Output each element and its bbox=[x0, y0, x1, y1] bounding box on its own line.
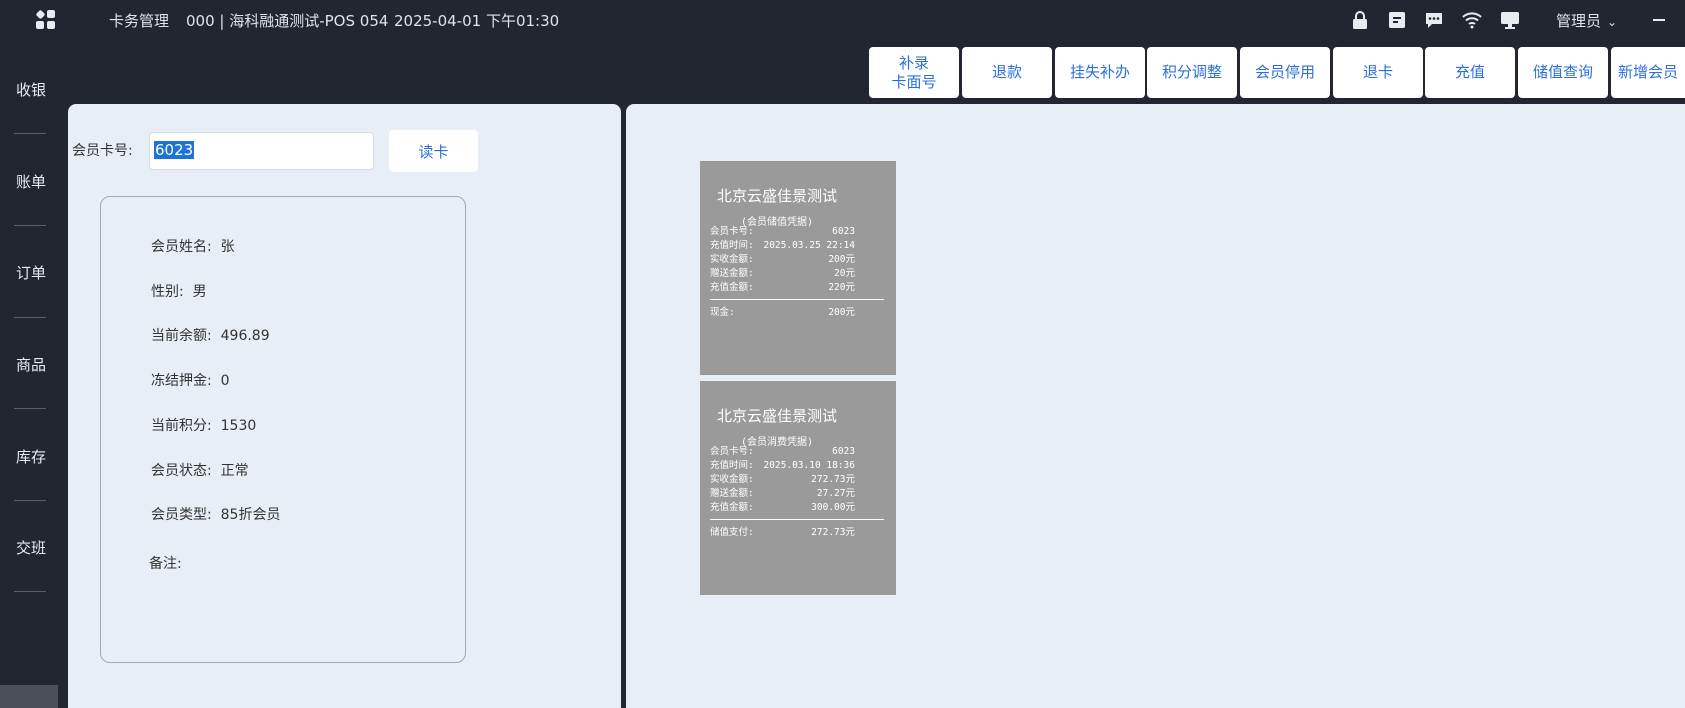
user-name: 管理员 bbox=[1556, 12, 1602, 30]
balance-label: 当前余额: bbox=[151, 328, 212, 344]
archive-icon[interactable] bbox=[1387, 10, 1407, 30]
member-type-row: 会员类型: 85折会员 bbox=[151, 504, 280, 524]
receipt-line: 充值金额: 300.00元 bbox=[710, 502, 855, 513]
receipt-payment-line: 现金: 200元 bbox=[710, 307, 855, 318]
page-title: 卡务管理 bbox=[109, 12, 170, 30]
member-type-value: 85折会员 bbox=[220, 507, 281, 523]
refund-button[interactable]: 退款 bbox=[962, 47, 1052, 98]
receipt-line: 实收金额: 200元 bbox=[710, 254, 855, 265]
sidebar-bottom-tab[interactable] bbox=[0, 685, 58, 708]
sidebar-item-products[interactable]: 商品 bbox=[0, 354, 62, 375]
member-status-row: 会员状态: 正常 bbox=[151, 460, 249, 480]
card-number-value: 6023 bbox=[154, 141, 195, 159]
receipt-title: 北京云盛佳景测试 bbox=[716, 187, 837, 205]
sidebar-divider bbox=[14, 317, 46, 318]
sidebar-divider bbox=[14, 591, 46, 592]
points-row: 当前积分: 1530 bbox=[151, 415, 256, 435]
sidebar-divider bbox=[14, 500, 46, 501]
sidebar-item-cashier[interactable]: 收银 bbox=[0, 79, 62, 100]
lock-icon[interactable] bbox=[1350, 10, 1370, 30]
sidebar-divider bbox=[14, 133, 46, 134]
wifi-icon[interactable] bbox=[1462, 10, 1482, 30]
member-status-value: 正常 bbox=[220, 463, 249, 479]
sidebar-item-inventory[interactable]: 库存 bbox=[0, 446, 62, 467]
receipt-divider bbox=[710, 519, 884, 520]
report-loss-button[interactable]: 挂失补办 bbox=[1055, 47, 1145, 98]
receipt-line: 赠送金额: 20元 bbox=[710, 268, 855, 279]
points-adjust-button[interactable]: 积分调整 bbox=[1147, 47, 1237, 98]
balance-row: 当前余额: 496.89 bbox=[151, 325, 270, 345]
gender-row: 性别: 男 bbox=[151, 281, 207, 301]
monitor-icon[interactable] bbox=[1500, 10, 1520, 30]
sidebar-divider bbox=[14, 408, 46, 409]
member-disable-button[interactable]: 会员停用 bbox=[1240, 47, 1330, 98]
frozen-deposit-value: 0 bbox=[220, 373, 230, 389]
member-type-label: 会员类型: bbox=[151, 507, 212, 523]
sidebar-item-shift[interactable]: 交班 bbox=[0, 537, 62, 558]
add-member-button[interactable]: 新增会员 bbox=[1611, 47, 1685, 98]
points-label: 当前积分: bbox=[151, 418, 212, 434]
sidebar-item-orders[interactable]: 订单 bbox=[0, 262, 62, 283]
sidebar-divider bbox=[14, 225, 46, 226]
member-name-label: 会员姓名: bbox=[151, 239, 212, 255]
member-name-value: 张 bbox=[220, 239, 235, 255]
read-card-button[interactable]: 读卡 bbox=[389, 130, 478, 172]
receipt-payment-line: 储值支付: 272.73元 bbox=[710, 527, 855, 538]
recharge-button[interactable]: 充值 bbox=[1425, 47, 1515, 98]
balance-query-button[interactable]: 储值查询 bbox=[1518, 47, 1608, 98]
card-number-label: 会员卡号: bbox=[72, 143, 133, 159]
minimize-icon[interactable] bbox=[1653, 19, 1665, 21]
consumption-receipt: 北京云盛佳景测试 (会员消费凭据) 会员卡号: 6023 充值时间: 2025.03… bbox=[700, 381, 896, 595]
receipt-title: 北京云盛佳景测试 bbox=[716, 407, 837, 425]
receipt-line: 充值时间: 2025.03.25 22:14 bbox=[710, 240, 855, 251]
receipt-line: 赠送金额: 27.27元 bbox=[710, 488, 855, 499]
return-card-button[interactable]: 退卡 bbox=[1333, 47, 1423, 98]
member-info-panel: 会员卡号: 6023 读卡 会员姓名: 张 性别: 男 当前余额: 496.89… bbox=[68, 104, 621, 708]
stored-value-receipt: 北京云盛佳景测试 (会员储值凭据) 会员卡号: 6023 充值时间: 2025.03… bbox=[700, 161, 896, 375]
receipt-line: 充值金额: 220元 bbox=[710, 282, 855, 293]
receipt-line: 会员卡号: 6023 bbox=[710, 446, 855, 457]
frozen-deposit-label: 冻结押金: bbox=[151, 373, 212, 389]
receipt-divider bbox=[710, 299, 884, 300]
frozen-deposit-row: 冻结押金: 0 bbox=[151, 370, 230, 390]
gender-value: 男 bbox=[192, 284, 207, 300]
datetime: 2025-04-01 下午01:30 bbox=[394, 12, 560, 30]
sidebar: 收银 账单 订单 商品 库存 交班 bbox=[0, 40, 62, 708]
remarks-row: 备注: bbox=[149, 553, 191, 573]
store-name: 000 | 海科融通测试-POS 054 bbox=[186, 12, 389, 30]
chat-icon[interactable] bbox=[1424, 10, 1444, 30]
gender-label: 性别: bbox=[151, 284, 184, 300]
sidebar-item-bills[interactable]: 账单 bbox=[0, 171, 62, 192]
chevron-down-icon: ⌄ bbox=[1607, 15, 1618, 29]
receipt-line: 会员卡号: 6023 bbox=[710, 226, 855, 237]
apps-grid-icon[interactable] bbox=[35, 9, 56, 30]
points-value: 1530 bbox=[220, 418, 257, 434]
receipt-line: 充值时间: 2025.03.10 18:36 bbox=[710, 460, 855, 471]
member-details-box: 会员姓名: 张 性别: 男 当前余额: 496.89 冻结押金: 0 当前积分:… bbox=[100, 196, 466, 663]
card-number-input[interactable]: 6023 bbox=[149, 132, 374, 170]
member-name-row: 会员姓名: 张 bbox=[151, 236, 235, 256]
top-bar: 卡务管理 000 | 海科融通测试-POS 054 2025-04-01 下午0… bbox=[0, 0, 1685, 40]
card-number-entry-button[interactable]: 补录 卡面号 bbox=[869, 47, 959, 98]
remarks-label: 备注: bbox=[149, 556, 182, 572]
receipt-preview-panel: 北京云盛佳景测试 (会员储值凭据) 会员卡号: 6023 充值时间: 2025.03… bbox=[626, 104, 1685, 708]
user-menu[interactable]: 管理员 ⌄ bbox=[1556, 10, 1617, 31]
receipt-line: 实收金额: 272.73元 bbox=[710, 474, 855, 485]
member-status-label: 会员状态: bbox=[151, 463, 212, 479]
balance-value: 496.89 bbox=[220, 328, 270, 344]
